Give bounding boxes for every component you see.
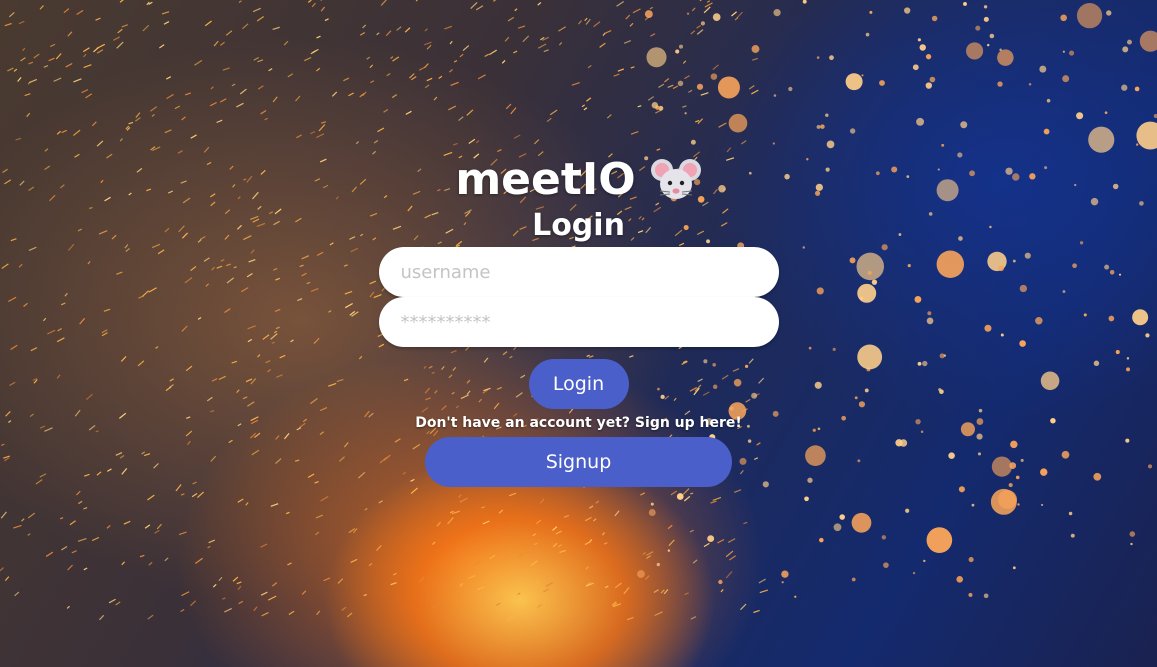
mouse-icon [650, 159, 701, 199]
login-button[interactable]: Login [528, 359, 629, 409]
brand-title: meetIO [455, 150, 701, 210]
signup-prompt: Don't have an account yet? Sign up here! [415, 415, 742, 431]
username-input[interactable] [378, 247, 779, 297]
login-heading: Login [532, 208, 625, 243]
brand-name: meetIO [455, 154, 636, 205]
password-input[interactable] [378, 297, 779, 347]
login-panel: meetIO Login Login Don't have an account… [0, 150, 1157, 487]
signup-button[interactable]: Signup [425, 437, 732, 487]
